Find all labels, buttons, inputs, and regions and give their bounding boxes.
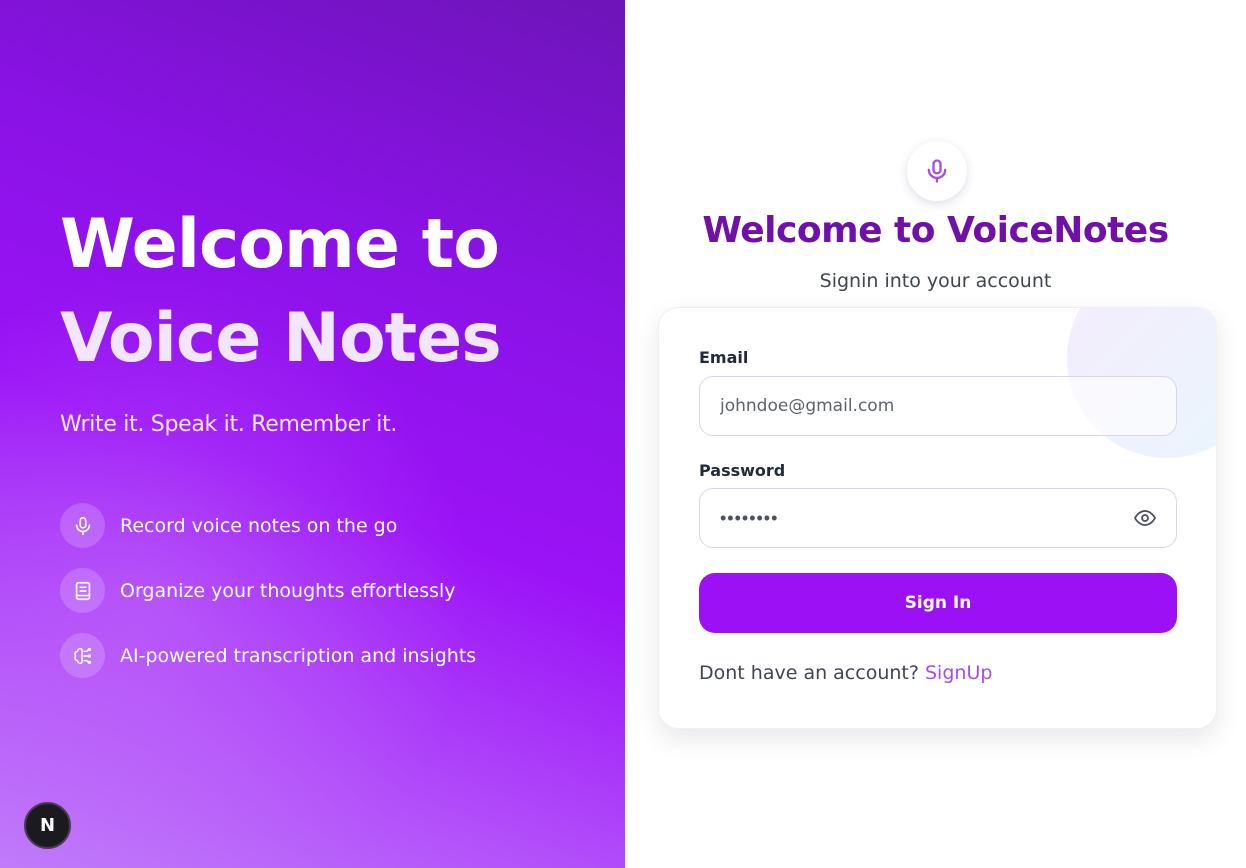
brand-microphone-icon	[907, 141, 967, 201]
dev-tools-badge[interactable]: N	[24, 802, 71, 849]
feature-text: Record voice notes on the go	[120, 514, 398, 537]
signin-card: Email Password •••••••• Sign In Dont hav…	[658, 307, 1217, 729]
brain-icon	[60, 633, 105, 678]
hero-title: Welcome to Voice Notes	[60, 198, 600, 386]
form-title: Welcome to VoiceNotes	[702, 210, 1169, 251]
password-field[interactable]: ••••••••	[699, 488, 1177, 548]
email-label: Email	[699, 348, 749, 367]
hero-tagline: Write it. Speak it. Remember it.	[60, 412, 398, 437]
feature-item: AI-powered transcription and insights	[60, 633, 476, 678]
form-subtitle: Signin into your account	[819, 270, 1052, 292]
microphone-icon	[60, 503, 105, 548]
email-field[interactable]	[720, 396, 1158, 416]
sign-in-button[interactable]: Sign In	[699, 573, 1177, 633]
password-label: Password	[699, 461, 786, 480]
eye-icon[interactable]	[1132, 505, 1158, 531]
feature-text: Organize your thoughts effortlessly	[120, 579, 456, 602]
signup-row: Dont have an account? SignUp	[699, 662, 992, 684]
notebook-icon	[60, 568, 105, 613]
email-field-wrapper	[699, 376, 1177, 436]
feature-item: Record voice notes on the go	[60, 503, 476, 548]
signup-link[interactable]: SignUp	[925, 662, 992, 684]
signin-panel: Welcome to VoiceNotes Signin into your a…	[625, 0, 1246, 868]
feature-list: Record voice notes on the go Organize yo…	[60, 503, 476, 698]
hero-title-line1: Welcome to	[60, 205, 500, 284]
feature-text: AI-powered transcription and insights	[120, 644, 477, 667]
password-value: ••••••••	[720, 507, 779, 528]
hero-panel: Welcome to Voice Notes Write it. Speak i…	[0, 0, 625, 868]
signup-prompt: Dont have an account?	[699, 662, 919, 684]
feature-item: Organize your thoughts effortlessly	[60, 568, 476, 613]
hero-title-line2: Voice Notes	[60, 299, 502, 378]
